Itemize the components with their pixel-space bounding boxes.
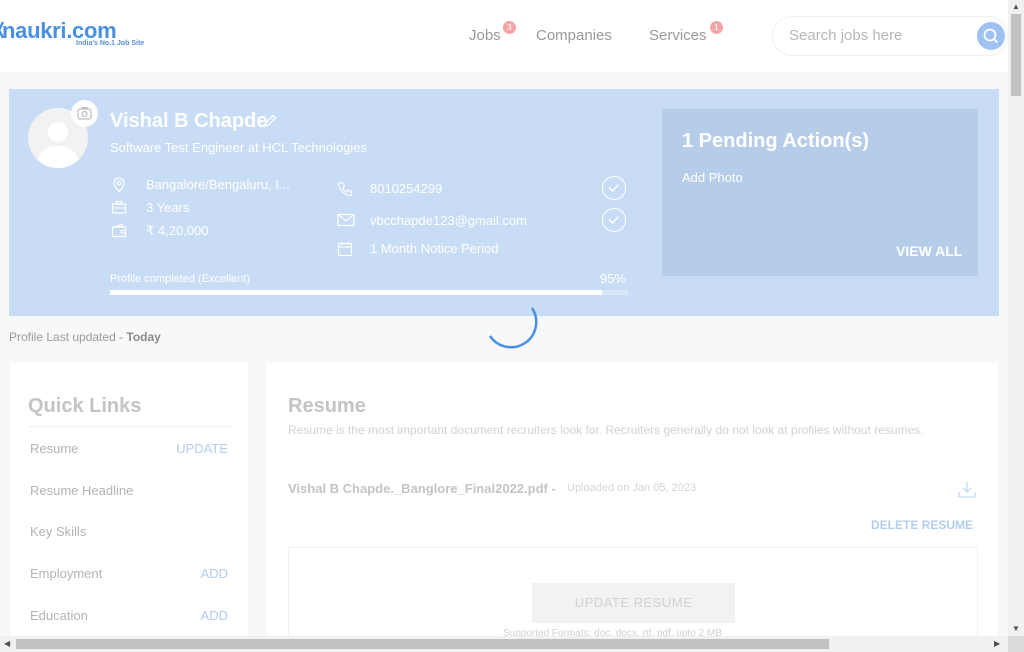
location-icon — [113, 177, 125, 193]
quick-link-resume[interactable]: Resume — [30, 441, 78, 456]
quick-link-key-skills[interactable]: Key Skills — [30, 524, 86, 539]
scrollbar-corner — [1008, 636, 1024, 652]
scroll-down-arrow-icon[interactable]: ▼ — [1012, 624, 1020, 633]
quick-link-education[interactable]: Education — [30, 608, 88, 623]
download-resume-button[interactable] — [957, 480, 977, 505]
wallet-icon — [111, 223, 127, 238]
search-input[interactable] — [789, 27, 969, 44]
jobs-badge: 3 — [503, 21, 516, 34]
resume-panel: Resume Resume is the most important docu… — [267, 363, 998, 652]
resume-title: Resume — [288, 395, 366, 417]
profile-salary: ₹ 4,20,000 — [146, 223, 209, 238]
services-badge: 1 — [710, 21, 723, 34]
check-icon — [608, 184, 620, 193]
quick-links-panel: Quick Links Resume UPDATE Resume Headlin… — [10, 363, 248, 652]
profile-experience: 3 Years — [146, 200, 190, 215]
naukri-logo[interactable]: naukri.com India's No.1 Job Site — [0, 18, 144, 47]
quick-links-title: Quick Links — [28, 395, 142, 417]
logo-mark-icon — [0, 21, 4, 39]
vertical-scrollbar[interactable]: ▲ ▼ — [1008, 0, 1024, 636]
delete-resume-link[interactable]: DELETE RESUME — [871, 518, 973, 532]
resume-description: Resume is the most important document re… — [288, 423, 924, 437]
upload-photo-button[interactable] — [71, 100, 98, 127]
nav-jobs[interactable]: Jobs — [469, 27, 501, 44]
search-button[interactable] — [977, 22, 1005, 50]
phone-icon — [337, 182, 353, 197]
last-updated-value: Today — [126, 330, 161, 344]
pencil-icon — [264, 114, 277, 127]
profile-progress-percent: 95% — [600, 271, 627, 286]
nav-services[interactable]: Services — [649, 27, 707, 44]
resume-upload-date: Uploaded on Jan 05, 2023 — [567, 482, 697, 494]
profile-location: Bangalore/Bengaluru, I... — [146, 177, 290, 192]
pending-action-add-photo[interactable]: Add Photo — [682, 170, 743, 185]
search-box — [772, 16, 1008, 56]
profile-name: Vishal B Chapde — [110, 110, 268, 132]
horizontal-scrollbar[interactable]: ◀ ▶ — [0, 636, 1008, 652]
search-icon — [983, 28, 999, 44]
calendar-icon — [337, 242, 353, 257]
profile-progress-label: Profile completed (Excellent) — [110, 273, 251, 285]
profile-last-updated: Profile Last updated - Today — [9, 330, 161, 344]
resume-file-name[interactable]: Vishal B Chapde._Banglore_Final2022.pdf … — [288, 481, 556, 496]
horizontal-scroll-thumb[interactable] — [16, 639, 829, 649]
edit-profile-button[interactable] — [262, 113, 278, 134]
profile-progress-fill — [110, 290, 603, 295]
update-resume-button[interactable]: UPDATE RESUME — [532, 583, 735, 623]
scroll-left-arrow-icon[interactable]: ◀ — [4, 639, 10, 648]
check-icon — [608, 216, 620, 225]
download-icon — [958, 482, 976, 498]
pending-actions-panel: 1 Pending Action(s) Add Photo VIEW ALL — [662, 109, 978, 276]
mail-icon — [337, 213, 355, 227]
pending-actions-title: 1 Pending Action(s) — [682, 130, 870, 152]
last-updated-prefix: Profile Last updated - — [9, 330, 127, 344]
profile-phone: 8010254299 — [370, 181, 443, 196]
profile-notice-period: 1 Month Notice Period — [370, 241, 499, 256]
logo-tagline: India's No.1 Job Site — [76, 40, 145, 47]
employment-add-link[interactable]: ADD — [201, 566, 228, 581]
vertical-scroll-thumb[interactable] — [1011, 14, 1021, 96]
view-all-button[interactable]: VIEW ALL — [896, 243, 962, 259]
scroll-up-arrow-icon[interactable]: ▲ — [1012, 2, 1020, 11]
briefcase-icon — [111, 200, 127, 214]
profile-progress-bar — [110, 290, 628, 295]
loading-spinner-icon — [489, 307, 538, 349]
quick-links-divider — [28, 426, 234, 427]
nav-companies[interactable]: Companies — [536, 27, 612, 44]
phone-verified-button[interactable] — [602, 176, 626, 200]
profile-designation: Software Test Engineer at HCL Technologi… — [110, 140, 368, 155]
resume-update-link[interactable]: UPDATE — [176, 441, 228, 456]
profile-email: vbcchapde123@gmail.com — [370, 213, 528, 228]
email-verified-button[interactable] — [602, 208, 626, 232]
quick-link-employment[interactable]: Employment — [30, 566, 102, 581]
quick-link-resume-headline[interactable]: Resume Headline — [30, 483, 133, 498]
education-add-link[interactable]: ADD — [201, 608, 228, 623]
camera-icon — [77, 107, 92, 120]
scroll-right-arrow-icon[interactable]: ▶ — [994, 639, 1000, 648]
